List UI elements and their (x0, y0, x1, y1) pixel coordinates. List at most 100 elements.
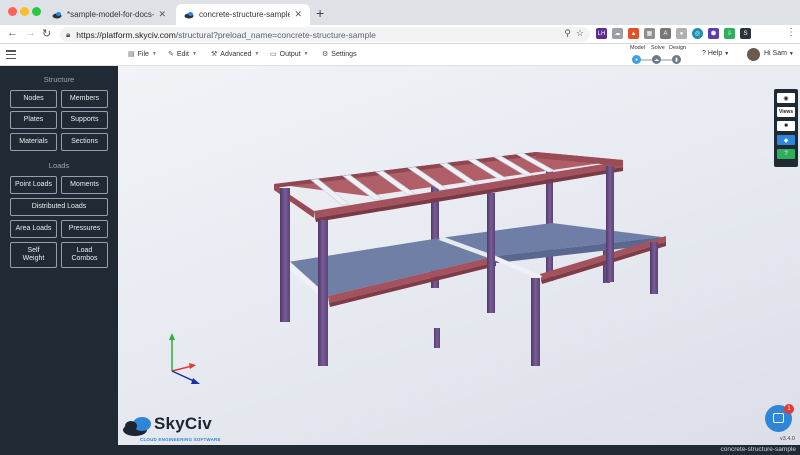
mode-design-button[interactable]: ▮ (672, 55, 681, 64)
chevron-down-icon: ▼ (303, 51, 309, 57)
chevron-down-icon: ▼ (788, 51, 794, 57)
avatar[interactable] (747, 48, 760, 61)
hamburger-menu-icon[interactable] (6, 50, 16, 59)
output-menu-label: Output (279, 50, 301, 58)
search-icon[interactable]: ⚲ (564, 28, 571, 38)
lock-icon: 🔒︎ (66, 29, 71, 39)
chevron-down-icon: ▼ (191, 51, 197, 57)
wrench-icon: ⚒ (211, 51, 218, 58)
tab-title: concrete-structure-sample | SkyCiv (199, 10, 291, 19)
chevron-down-icon: ▼ (724, 51, 730, 57)
skyciv-extension-icon[interactable]: S (740, 28, 751, 39)
calendar-extension-icon[interactable]: ▦ (644, 28, 655, 39)
materials-button[interactable]: Materials (10, 133, 57, 151)
self-weight-button[interactable]: Self Weight (10, 242, 57, 268)
axis-triad-icon (169, 333, 200, 384)
mode-model-button[interactable]: ● (632, 55, 641, 64)
target-extension-icon[interactable]: ◎ (692, 28, 703, 39)
reload-icon[interactable]: ↻ (42, 27, 51, 40)
download-extension-icon[interactable]: ⇩ (724, 28, 735, 39)
logo-tagline: CLOUD ENGINEERING SOFTWARE (140, 437, 221, 442)
omnibox-actions: ⚲ ☆ (564, 28, 584, 39)
skyciv-favicon-icon (184, 11, 194, 18)
pressures-button[interactable]: Pressures (61, 220, 108, 238)
eye-icon[interactable]: ◉ (777, 93, 795, 103)
tab-title: *sample-model-for-docs-concrete (67, 10, 155, 19)
font-extension-icon[interactable]: A (660, 28, 671, 39)
gear-icon: ⚙ (322, 51, 329, 58)
help-menu[interactable]: ? Help ▼ (702, 50, 729, 57)
model-name-label: concrete-structure-sample (720, 446, 797, 453)
monitor-icon: ▭ (270, 51, 277, 58)
edit-menu-label: Edit (176, 50, 189, 58)
skyciv-logo: SkyCiv CLOUD ENGINEERING SOFTWARE (122, 412, 232, 444)
left-sidebar: Structure Nodes Members Plates Supports … (0, 66, 118, 445)
question-circle-icon: ? (702, 50, 706, 57)
back-arrow-icon[interactable]: ← (7, 27, 18, 39)
edit-menu[interactable]: ✎ Edit ▼ (168, 50, 197, 59)
shield-extension-icon[interactable]: ⬢ (708, 28, 719, 39)
close-window-button[interactable] (8, 7, 17, 16)
advanced-menu[interactable]: ⚒ Advanced ▼ (211, 50, 260, 59)
browser-menu-icon[interactable]: ⋮ (786, 27, 796, 38)
model-viewport[interactable] (118, 66, 800, 445)
flame-extension-icon[interactable]: ▲ (628, 28, 639, 39)
output-menu[interactable]: ▭ Output ▼ (270, 50, 309, 59)
bookmark-star-icon[interactable]: ☆ (576, 28, 584, 38)
settings-menu-label: Settings (331, 50, 357, 58)
user-greeting: Hi Sam (764, 50, 787, 57)
pencil-icon: ✎ (168, 51, 174, 58)
minimize-window-button[interactable] (20, 7, 29, 16)
extension-icons: LH ☁ ▲ ▦ A ● ◎ ⬢ ⇩ S (596, 28, 751, 39)
views-button[interactable]: Views (777, 107, 795, 117)
help-icon[interactable]: ? (777, 149, 795, 159)
supports-button[interactable]: Supports (61, 111, 108, 129)
file-icon: ▤ (128, 51, 135, 58)
help-menu-label: Help (707, 50, 723, 57)
loads-section-title: Loads (48, 161, 70, 170)
file-menu-label: File (137, 50, 149, 58)
settings-menu[interactable]: ⚙ Settings (322, 50, 357, 59)
chat-notification-badge: 1 (784, 404, 794, 414)
plates-button[interactable]: Plates (10, 111, 57, 129)
chevron-down-icon: ▼ (151, 51, 157, 57)
mode-solve-label: Solve (651, 45, 665, 51)
area-loads-button[interactable]: Area Loads (10, 220, 57, 238)
skyciv-cloud-icon (123, 417, 151, 436)
browser-tab-sample-model[interactable]: *sample-model-for-docs-concrete ✕ (44, 4, 174, 25)
browser-tab-bar: *sample-model-for-docs-concrete ✕ concre… (0, 0, 800, 25)
chevron-down-icon: ▼ (254, 51, 260, 57)
point-loads-button[interactable]: Point Loads (10, 176, 57, 194)
members-button[interactable]: Members (61, 90, 108, 108)
load-combos-button[interactable]: Load Combos (61, 242, 108, 268)
forward-arrow-icon[interactable]: → (25, 27, 36, 39)
browser-address-bar: ← → ↻ 🔒︎ https://platform.skyciv.com/str… (0, 25, 800, 44)
url-text: https://platform.skyciv.com/structural?p… (76, 29, 376, 40)
circle-extension-icon[interactable]: ● (676, 28, 687, 39)
view-tools-panel: ◉ Views ■ ◆ ? (774, 89, 798, 167)
app-toolbar: ▤ File ▼ ✎ Edit ▼ ⚒ Advanced ▼ ▭ Output … (0, 44, 800, 66)
file-menu[interactable]: ▤ File ▼ (128, 50, 157, 59)
moments-button[interactable]: Moments (61, 176, 108, 194)
lh-extension-icon[interactable]: LH (596, 28, 607, 39)
structure-3d-model[interactable] (118, 66, 800, 445)
structure-section-title: Structure (43, 75, 75, 84)
mode-switcher: Model Solve Design ● ☁ ▮ (628, 45, 690, 65)
mode-solve-button[interactable]: ☁ (652, 55, 661, 64)
new-tab-button[interactable]: + (316, 5, 324, 21)
mode-model-label: Model (630, 45, 645, 51)
distributed-loads-button[interactable]: Distributed Loads (10, 198, 108, 216)
cube-icon[interactable]: ◆ (777, 135, 795, 145)
tab-close-icon[interactable]: ✕ (158, 9, 166, 20)
sections-button[interactable]: Sections (61, 133, 108, 151)
maximize-window-button[interactable] (32, 7, 41, 16)
tab-close-icon[interactable]: ✕ (294, 9, 302, 20)
camera-icon[interactable]: ■ (777, 121, 795, 131)
advanced-menu-label: Advanced (220, 50, 252, 58)
nodes-button[interactable]: Nodes (10, 90, 57, 108)
version-label: v3.4.0 (780, 436, 795, 442)
user-menu[interactable]: Hi Sam ▼ (764, 50, 794, 57)
url-field[interactable]: 🔒︎ https://platform.skyciv.com/structura… (60, 27, 590, 42)
cloud-extension-icon[interactable]: ☁ (612, 28, 623, 39)
browser-tab-concrete-structure[interactable]: concrete-structure-sample | SkyCiv ✕ (176, 4, 310, 25)
